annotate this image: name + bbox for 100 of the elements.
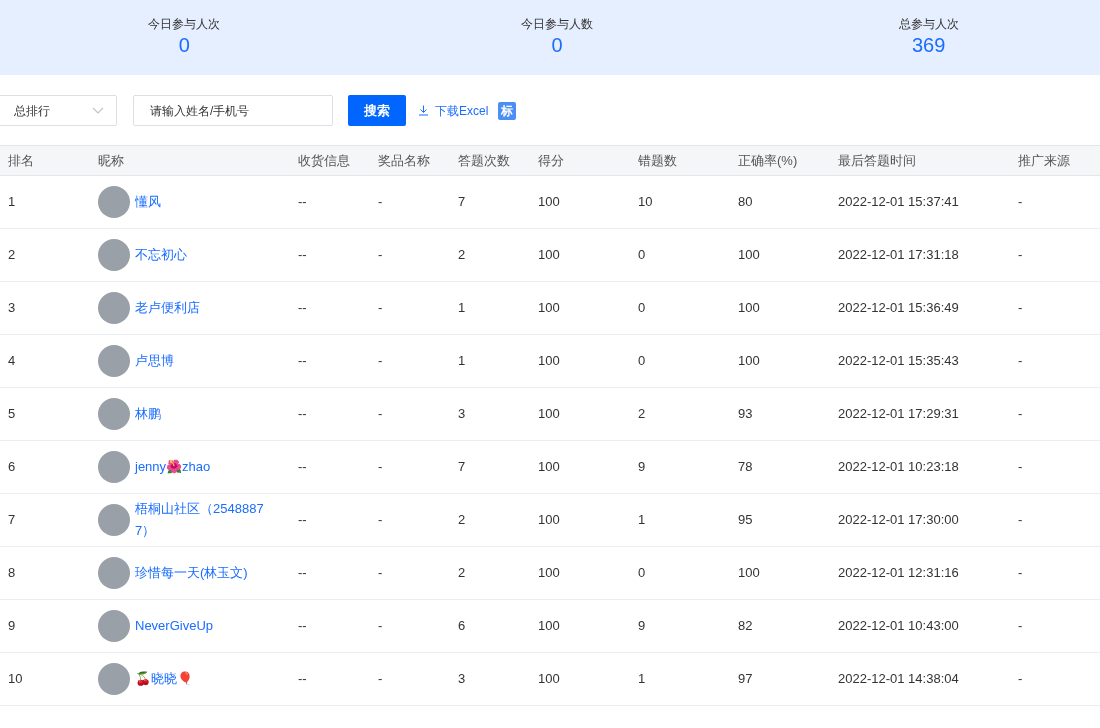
- column-header: 得分: [537, 151, 565, 170]
- table-cell-text: 2022-12-01 15:37:41: [837, 193, 960, 212]
- table-cell-text: 2022-12-01 15:36:49: [837, 299, 960, 318]
- nickname-link[interactable]: jenny🌺zhao: [135, 456, 211, 478]
- table-cell-text: -: [1017, 564, 1024, 583]
- table-cell-text: 2022-12-01 10:23:18: [837, 458, 960, 477]
- table-cell-text: -: [377, 193, 384, 212]
- table-cell-text: -: [1017, 617, 1024, 636]
- table-cell-text: 9: [7, 617, 17, 636]
- table-cell-text: 1: [7, 193, 17, 212]
- stat-label: 今日参与人数: [521, 16, 593, 32]
- nickname-link[interactable]: 梧桐山社区（25488877）: [135, 498, 278, 542]
- table-cell-text: --: [297, 193, 308, 212]
- table-cell-text: -: [377, 299, 384, 318]
- table-cell-text: 9: [637, 617, 647, 636]
- table-cell-text: 7: [457, 193, 467, 212]
- nickname-link[interactable]: NeverGiveUp: [135, 615, 214, 637]
- stat-label: 总参与人次: [898, 16, 959, 32]
- table-cell-text: -: [1017, 352, 1024, 371]
- table-cell-text: -: [377, 352, 384, 371]
- avatar-photo: [98, 610, 130, 642]
- column-header: 昵称: [97, 151, 125, 170]
- column-header: 推广来源: [1017, 151, 1071, 170]
- table-cell-text: 100: [537, 193, 561, 212]
- download-excel-link[interactable]: 下载Excel: [418, 101, 489, 120]
- table-cell-text: 0: [637, 352, 647, 371]
- table-cell-text: 82: [737, 617, 754, 636]
- avatar-photo: [98, 557, 130, 589]
- table-cell-text: -: [1017, 405, 1024, 424]
- table-cell-text: 100: [737, 352, 761, 371]
- table-cell-text: 1: [457, 352, 467, 371]
- table-cell-text: -: [377, 246, 384, 265]
- table-cell-text: 7: [7, 511, 17, 530]
- table-cell-text: 5: [7, 405, 17, 424]
- stat-value: 369: [911, 33, 946, 58]
- tag-badge: 标: [498, 101, 517, 120]
- table-cell-text: 100: [537, 299, 561, 318]
- nickname-link[interactable]: 珍惜每一天(林玉文): [135, 562, 248, 584]
- table-cell-text: 2: [7, 246, 17, 265]
- column-header: 正确率(%): [737, 151, 799, 170]
- table-cell-text: 2: [637, 405, 647, 424]
- table-cell-text: --: [297, 617, 308, 636]
- table-cell-text: 0: [637, 299, 647, 318]
- table-cell-text: 2: [457, 246, 467, 265]
- table-cell-text: -: [1017, 458, 1024, 477]
- table-cell-text: -: [1017, 670, 1024, 689]
- table-cell-text: 80: [737, 193, 754, 212]
- table-cell-text: 1: [457, 299, 467, 318]
- rank-select[interactable]: 总排行: [0, 95, 117, 126]
- table-cell-text: 10: [7, 670, 24, 689]
- table-cell-text: 4: [7, 352, 17, 371]
- table-cell-text: 100: [537, 670, 561, 689]
- stat-value: 0: [551, 33, 563, 58]
- table-cell-text: 93: [737, 405, 754, 424]
- table-cell-text: -: [377, 617, 384, 636]
- table-cell-text: 1: [637, 511, 647, 530]
- table-cell-text: 3: [457, 670, 467, 689]
- nickname-link[interactable]: 林鹏: [135, 403, 161, 425]
- table-cell-text: 100: [537, 458, 561, 477]
- nickname-link[interactable]: 卢思博: [135, 350, 174, 372]
- table-cell-text: 8: [7, 564, 17, 583]
- column-header: 错题数: [637, 151, 678, 170]
- table-cell-text: 2022-12-01 14:38:04: [837, 670, 960, 689]
- table-cell-text: -: [377, 458, 384, 477]
- table-cell-text: 100: [537, 511, 561, 530]
- table-cell-text: -: [1017, 511, 1024, 530]
- table-cell-text: -: [1017, 246, 1024, 265]
- table-cell-text: 2022-12-01 17:31:18: [837, 246, 960, 265]
- nickname-link[interactable]: 🍒晓晓🎈: [135, 668, 193, 690]
- table-cell-text: 1: [637, 670, 647, 689]
- table-cell-text: 100: [537, 617, 561, 636]
- table-cell-text: 3: [7, 299, 17, 318]
- nickname-link[interactable]: 老卢便利店: [135, 297, 200, 319]
- table-cell-text: 2022-12-01 17:30:00: [837, 511, 960, 530]
- avatar-photo: [98, 663, 130, 695]
- table-cell-text: 100: [537, 564, 561, 583]
- table-cell-text: --: [297, 564, 308, 583]
- column-header: 最后答题时间: [837, 151, 917, 170]
- avatar-photo: [98, 292, 130, 324]
- nickname-link[interactable]: 不忘初心: [135, 244, 187, 266]
- avatar-photo: [98, 239, 130, 271]
- table-cell-text: -: [377, 670, 384, 689]
- download-icon: [418, 105, 429, 116]
- table-cell-text: 2: [457, 564, 467, 583]
- nickname-link[interactable]: 懂风: [135, 191, 161, 213]
- table-cell-text: --: [297, 405, 308, 424]
- table-cell-text: --: [297, 458, 308, 477]
- table-cell-text: 100: [537, 352, 561, 371]
- table-cell-text: 100: [737, 299, 761, 318]
- table-cell-text: 2: [457, 511, 467, 530]
- table-cell-text: -: [377, 511, 384, 530]
- table-cell-text: --: [297, 511, 308, 530]
- table-cell-text: 100: [537, 405, 561, 424]
- search-field[interactable]: 请输入姓名/手机号: [133, 95, 333, 126]
- search-button[interactable]: 搜索: [348, 95, 406, 126]
- table-cell-text: 6: [457, 617, 467, 636]
- table-cell-text: 78: [737, 458, 754, 477]
- table-cell-text: 2022-12-01 17:29:31: [837, 405, 960, 424]
- table-cell-text: 95: [737, 511, 754, 530]
- table-cell-text: 2022-12-01 12:31:16: [837, 564, 960, 583]
